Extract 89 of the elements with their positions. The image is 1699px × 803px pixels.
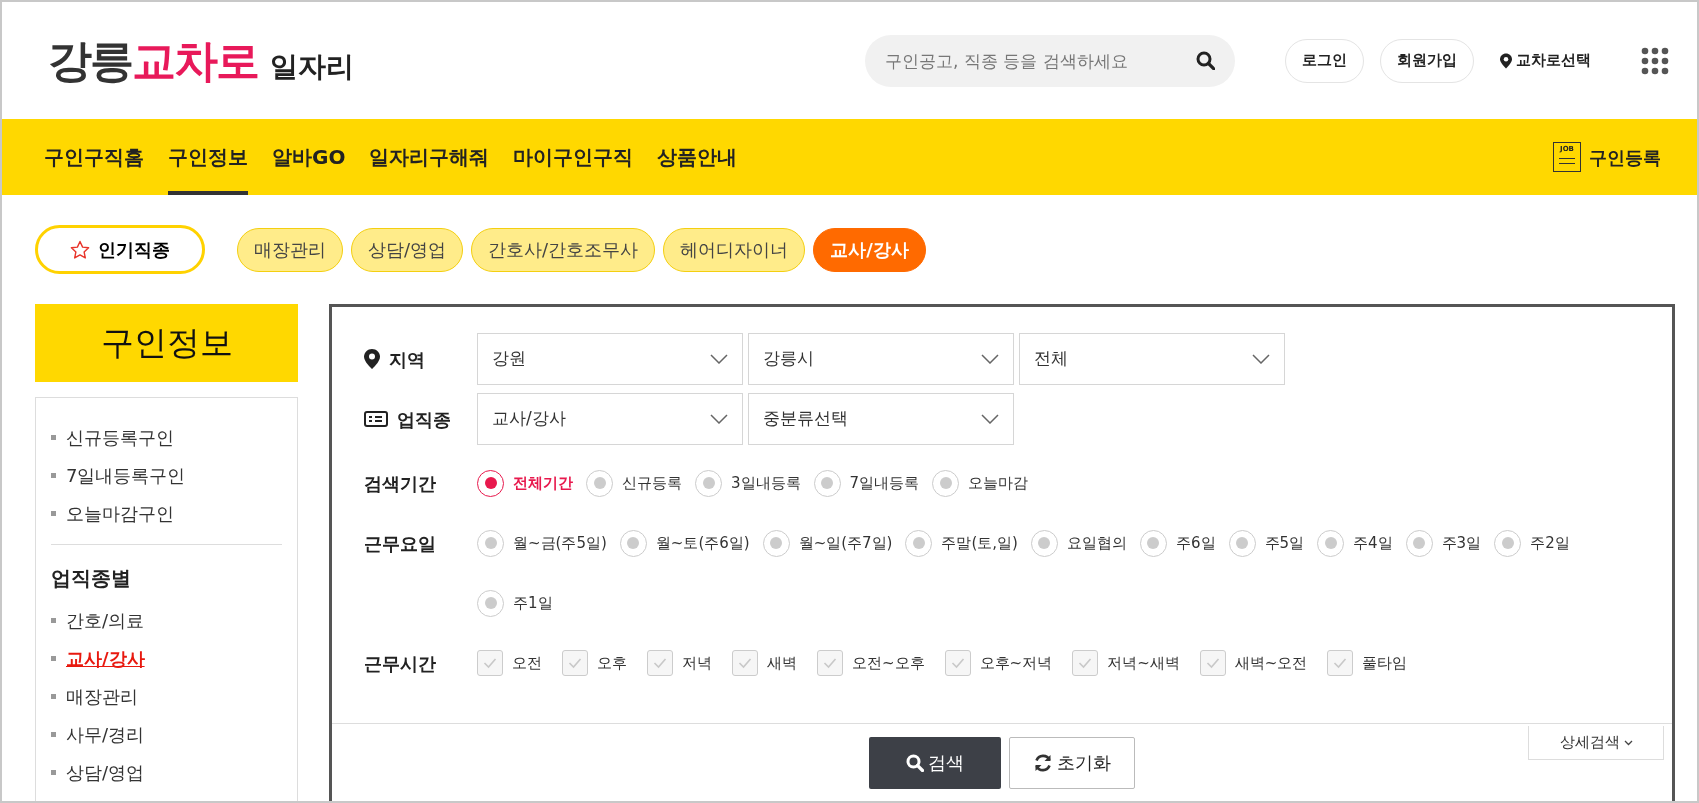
filter-label: 검색기간 <box>364 471 436 496</box>
job-category-chip[interactable]: 간호사/간호조무사 <box>471 227 656 272</box>
checkbox-option[interactable]: 저녁 <box>647 650 712 676</box>
radio-option[interactable]: 전체기간 <box>477 453 573 513</box>
radio-option[interactable]: 주2일 <box>1494 513 1570 573</box>
grid-menu-icon[interactable] <box>1641 46 1669 75</box>
dropdown-select[interactable]: 강릉시 <box>748 333 1014 385</box>
detail-search-button[interactable]: 상세검색 <box>1528 726 1664 760</box>
dropdown-select[interactable]: 중분류선택 <box>748 393 1014 445</box>
radio-option[interactable]: 오늘마감 <box>932 453 1029 513</box>
nav-tab[interactable]: 마이구인구직 <box>513 119 634 195</box>
radio-option[interactable]: 주6일 <box>1139 513 1216 573</box>
checkbox-option[interactable]: 새벽 <box>732 650 797 676</box>
check-icon <box>483 657 497 669</box>
checkbox-option[interactable]: 오후 <box>562 650 627 676</box>
sidebar-link[interactable]: 7일내등록구인 <box>51 456 186 494</box>
check-icon <box>738 657 752 669</box>
sidebar-category-link[interactable]: 사무/경리 <box>51 715 145 753</box>
chevron-down-icon <box>1623 739 1633 746</box>
id-card-icon <box>364 410 388 428</box>
logo-text[interactable]: 교차로 <box>132 27 258 94</box>
dropdown-select[interactable]: 교사/강사 <box>477 393 743 445</box>
sidebar-section-title: 업직종별 <box>51 565 132 592</box>
radio-option[interactable]: 월~토(주6일) <box>619 513 750 573</box>
job-category-chip[interactable]: 헤어디자이너 <box>663 227 806 272</box>
check-icon <box>1333 657 1348 669</box>
checkbox-option[interactable]: 오전~오후 <box>817 650 925 676</box>
filter-label: 지역 <box>389 347 425 372</box>
radio-option[interactable]: 주4일 <box>1317 513 1393 573</box>
chevron-down-icon <box>710 354 728 364</box>
search-field[interactable]: 구인공고, 직종 등을 검색하세요 <box>865 34 1235 87</box>
signup-button[interactable]: 회원가입 <box>1380 38 1474 83</box>
job-category-chip[interactable]: 매장관리 <box>237 227 343 272</box>
star-icon <box>70 239 90 260</box>
radio-option[interactable]: 요일협의 <box>1030 513 1127 573</box>
search-button[interactable]: 검색 <box>869 736 1001 789</box>
nav-tab[interactable]: 일자리구해줘 <box>369 119 490 195</box>
chevron-down-icon <box>981 414 999 424</box>
filter-label: 근무요일 <box>364 531 436 556</box>
radio-option[interactable]: 3일내등록 <box>695 453 801 513</box>
check-icon <box>950 657 965 669</box>
filter-label: 근무시간 <box>364 651 436 676</box>
nav-tab[interactable]: 구인정보 <box>168 119 248 195</box>
check-icon <box>1205 657 1220 669</box>
radio-option[interactable]: 주1일 <box>477 573 553 633</box>
popular-jobs-button[interactable]: 인기직종 <box>35 225 205 274</box>
sidebar-link[interactable]: 신규등록구인 <box>51 418 174 456</box>
reset-button[interactable]: 초기화 <box>1009 736 1135 789</box>
radio-option[interactable]: 월~일(주7일) <box>762 513 893 573</box>
radio-option[interactable]: 신규등록 <box>586 453 682 513</box>
check-icon <box>568 657 582 669</box>
check-icon <box>653 657 667 669</box>
checkbox-option[interactable]: 오후~저녁 <box>944 650 1053 676</box>
sidebar-category-link[interactable]: 상담/영업 <box>51 753 145 791</box>
location-pin-icon <box>364 349 380 369</box>
location-select-link[interactable]: 교차로선택 <box>1494 48 1597 73</box>
logo-text[interactable]: 일자리 <box>270 45 354 88</box>
search-icon <box>906 753 924 772</box>
filter-label: 업직종 <box>397 407 451 432</box>
chevron-down-icon <box>1252 354 1270 364</box>
checkbox-option[interactable]: 새벽~오전 <box>1199 650 1308 676</box>
sidebar-category-link[interactable]: 교사/강사 <box>51 639 145 677</box>
refresh-icon <box>1033 752 1053 773</box>
sidebar-link[interactable]: 오늘마감구인 <box>51 494 174 532</box>
radio-option[interactable]: 주5일 <box>1228 513 1305 573</box>
dropdown-select[interactable]: 강원 <box>477 333 743 385</box>
nav-tab[interactable]: 구인구직홈 <box>44 119 144 195</box>
checkbox-option[interactable]: 풀타임 <box>1327 650 1408 676</box>
radio-option[interactable]: 주3일 <box>1405 513 1482 573</box>
checkbox-option[interactable]: 저녁~새벽 <box>1072 650 1180 676</box>
login-button[interactable]: 로그인 <box>1285 38 1364 83</box>
check-icon <box>1078 657 1093 669</box>
radio-option[interactable]: 7일내등록 <box>813 453 920 513</box>
location-pin-icon <box>1500 52 1512 69</box>
radio-option[interactable]: 주말(토,일) <box>905 513 1018 573</box>
chevron-down-icon <box>710 414 728 424</box>
nav-tab[interactable]: 알바GO <box>272 119 346 195</box>
dropdown-select[interactable]: 전체 <box>1019 333 1285 385</box>
search-icon <box>1196 50 1215 70</box>
radio-option[interactable]: 월~금(주5일) <box>477 513 607 573</box>
sidebar-title: 구인정보 <box>35 304 298 382</box>
check-icon <box>823 657 837 669</box>
nav-tab[interactable]: 상품안내 <box>657 119 738 195</box>
chevron-down-icon <box>981 354 999 364</box>
job-category-chip[interactable]: 상담/영업 <box>351 227 464 272</box>
sidebar-category-link[interactable]: 간호/의료 <box>51 601 145 639</box>
checkbox-option[interactable]: 오전 <box>477 650 542 676</box>
sidebar-category-link[interactable]: 매장관리 <box>51 677 138 715</box>
logo-text[interactable]: 강릉 <box>48 27 132 94</box>
